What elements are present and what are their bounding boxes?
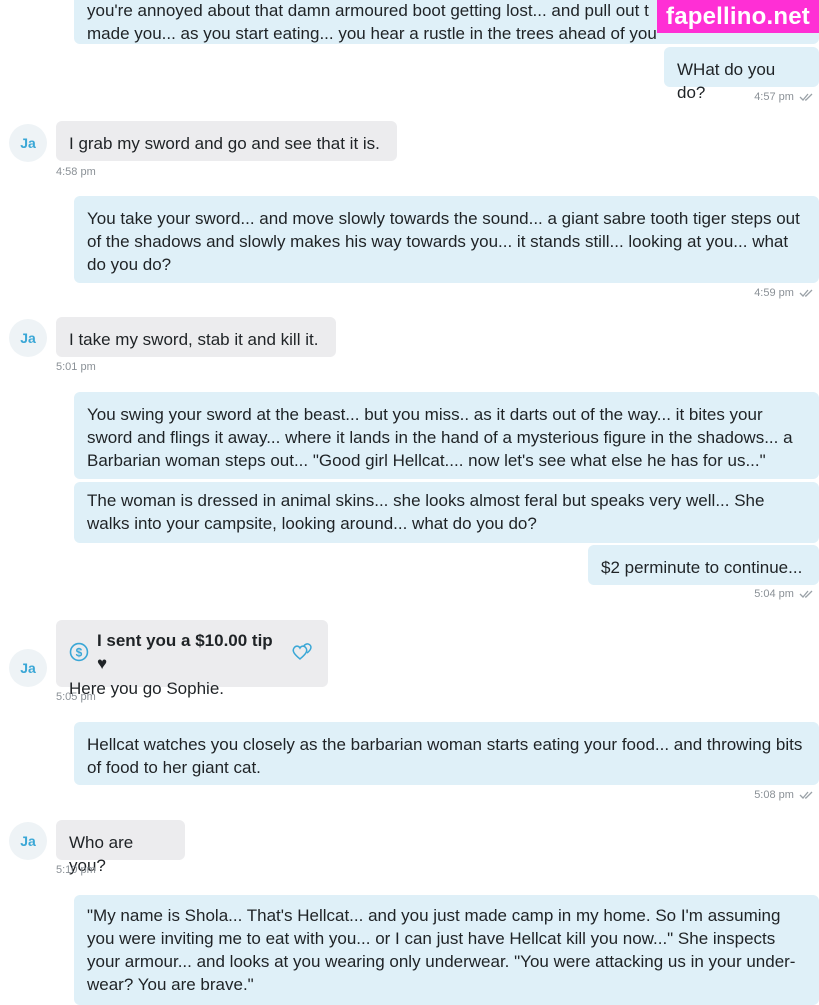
watermark-logo: fapellino.net — [657, 0, 819, 33]
svg-text:$: $ — [76, 645, 83, 659]
message-bubble-outgoing: WHat do you do? — [664, 47, 819, 102]
message-bubble-outgoing: You swing your sword at the beast... but… — [74, 392, 819, 479]
message-timestamp: 4:57 pm — [754, 91, 817, 103]
message-bubble-outgoing: "My name is Shola... That's Hellcat... a… — [74, 895, 819, 1005]
dollar-coin-icon: $ — [69, 642, 89, 662]
message-bubble-outgoing: $2 perminute to continue... — [588, 545, 819, 585]
avatar[interactable]: Ja — [9, 649, 47, 687]
avatar[interactable]: Ja — [9, 319, 47, 357]
message-timestamp: 5:08 pm — [754, 789, 817, 801]
message-timestamp: 5:10 pm — [56, 864, 96, 876]
message-timestamp: 4:59 pm — [754, 287, 817, 299]
hearts-icon — [292, 643, 312, 660]
read-receipt-icon — [799, 93, 813, 102]
avatar[interactable]: Ja — [9, 124, 47, 162]
tip-text: I sent you a $10.00 tip ♥ — [96, 631, 273, 673]
tip-line: $ I sent you a $10.00 tip ♥ — [69, 629, 315, 675]
message-timestamp: 5:01 pm — [56, 361, 96, 373]
message-bubble-outgoing: You take your sword... and move slowly t… — [74, 196, 819, 283]
tip-message-text: Here you go Sophie. — [69, 679, 224, 698]
avatar[interactable]: Ja — [9, 822, 47, 860]
read-receipt-icon — [799, 289, 813, 298]
message-timestamp: 5:05 pm — [56, 691, 96, 703]
message-bubble-outgoing: The woman is dressed in animal skins... … — [74, 482, 819, 543]
read-receipt-icon — [799, 590, 813, 599]
message-bubble-incoming: I grab my sword and go and see that it i… — [56, 121, 397, 161]
message-bubble-incoming: Who are you? — [56, 820, 185, 875]
tip-message-bubble: $ I sent you a $10.00 tip ♥ Here you go … — [56, 620, 328, 698]
message-bubble-incoming: I take my sword, stab it and kill it. — [56, 317, 336, 357]
message-bubble-outgoing: Hellcat watches you closely as the barba… — [74, 722, 819, 785]
message-timestamp: 4:58 pm — [56, 166, 96, 178]
message-timestamp: 5:04 pm — [754, 588, 817, 600]
read-receipt-icon — [799, 791, 813, 800]
